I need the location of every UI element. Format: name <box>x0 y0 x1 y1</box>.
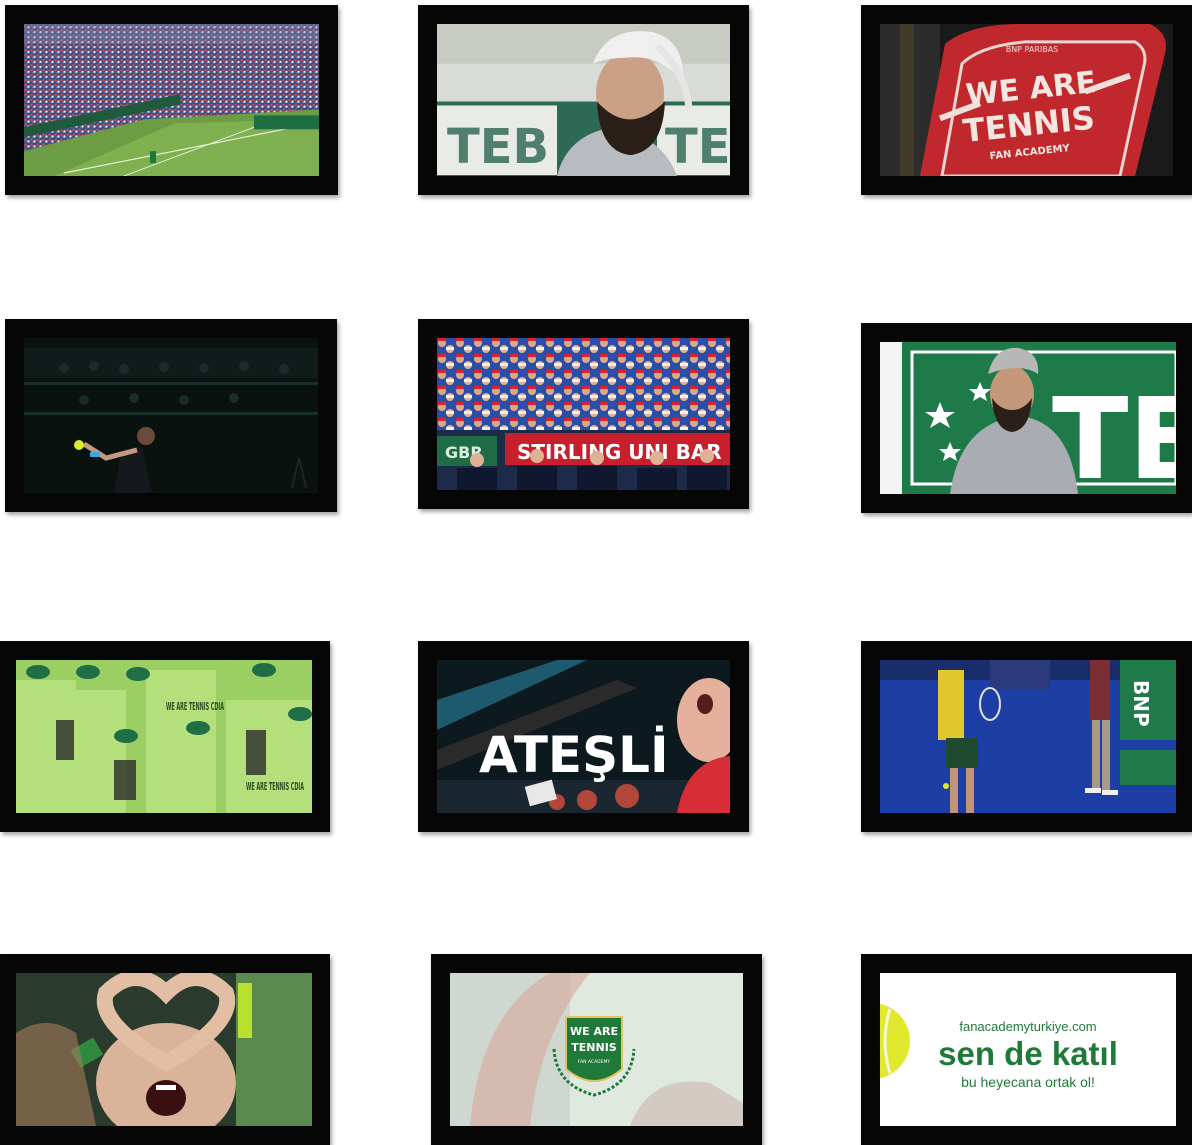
logo-sub: FAN ACADEMY <box>578 1059 610 1065</box>
teb-banner-left: TEB <box>447 120 549 175</box>
site-url: fanacademyturkiye.com <box>959 1019 1096 1034</box>
blue-court-image: BNP <box>880 660 1176 813</box>
badge-top-text: BNP PARIBAS <box>1006 45 1059 54</box>
thumbnail-heart-hands[interactable] <box>0 954 330 1145</box>
logo-image: WE ARE TENNIS FAN ACADEMY <box>450 973 743 1126</box>
badge-image: BNP PARIBAS WE ARE TENNIS FAN ACADEMY <box>880 24 1173 176</box>
thumbnail-atesli[interactable]: ATEŞLİ <box>418 641 749 832</box>
atesli-image: ATEŞLİ <box>437 660 730 813</box>
atesli-headline: ATEŞLİ <box>479 726 669 784</box>
fan-closeup-image: TEB TEB <box>437 24 730 176</box>
shirt-print-1: WE ARE TENNIS CDIA <box>166 700 224 713</box>
lime-crowd-image: WE ARE TENNIS CDIA WE ARE TENNIS CDIA <box>16 660 312 813</box>
thumbnail-fans-stands[interactable]: STIRLING UNI BAR GBR <box>418 319 749 509</box>
thumbnail-stadium-court[interactable] <box>5 5 338 195</box>
thumbnail-blue-court[interactable]: BNP <box>861 641 1192 832</box>
thumbnail-we-are-tennis-badge[interactable]: BNP PARIBAS WE ARE TENNIS FAN ACADEMY <box>861 5 1192 195</box>
join-tagline: bu heyecana ortak ol! <box>961 1074 1095 1090</box>
fans-stands-image: STIRLING UNI BAR GBR <box>437 338 730 490</box>
thumbnail-fan-teb[interactable]: TEB <box>861 323 1192 513</box>
teb-banner-right: TEB <box>665 120 730 175</box>
bnp-banner: BNP <box>1129 680 1153 727</box>
join-card-image: fanacademyturkiye.com sen de katıl bu he… <box>880 973 1176 1126</box>
thumbnail-lime-crowd[interactable]: WE ARE TENNIS CDIA WE ARE TENNIS CDIA <box>0 641 330 832</box>
thumbnail-player-serving[interactable] <box>5 319 337 512</box>
stadium-court-image <box>24 24 319 176</box>
shirt-print-2: WE ARE TENNIS CDIA <box>246 780 304 793</box>
logo-line2: TENNIS <box>571 1041 617 1054</box>
player-serving-image <box>24 338 318 493</box>
stirling-banner: STIRLING UNI BAR <box>517 440 722 464</box>
logo-line1: WE ARE <box>570 1025 618 1038</box>
thumbnail-join-card[interactable]: fanacademyturkiye.com sen de katıl bu he… <box>861 954 1192 1145</box>
thumbnail-we-are-tennis-logo[interactable]: WE ARE TENNIS FAN ACADEMY <box>431 954 762 1145</box>
join-headline: sen de katıl <box>938 1035 1118 1072</box>
fan-teb-image: TEB <box>880 342 1176 494</box>
thumbnail-fan-closeup[interactable]: TEB TEB <box>418 5 749 195</box>
heart-hands-image <box>16 973 312 1126</box>
